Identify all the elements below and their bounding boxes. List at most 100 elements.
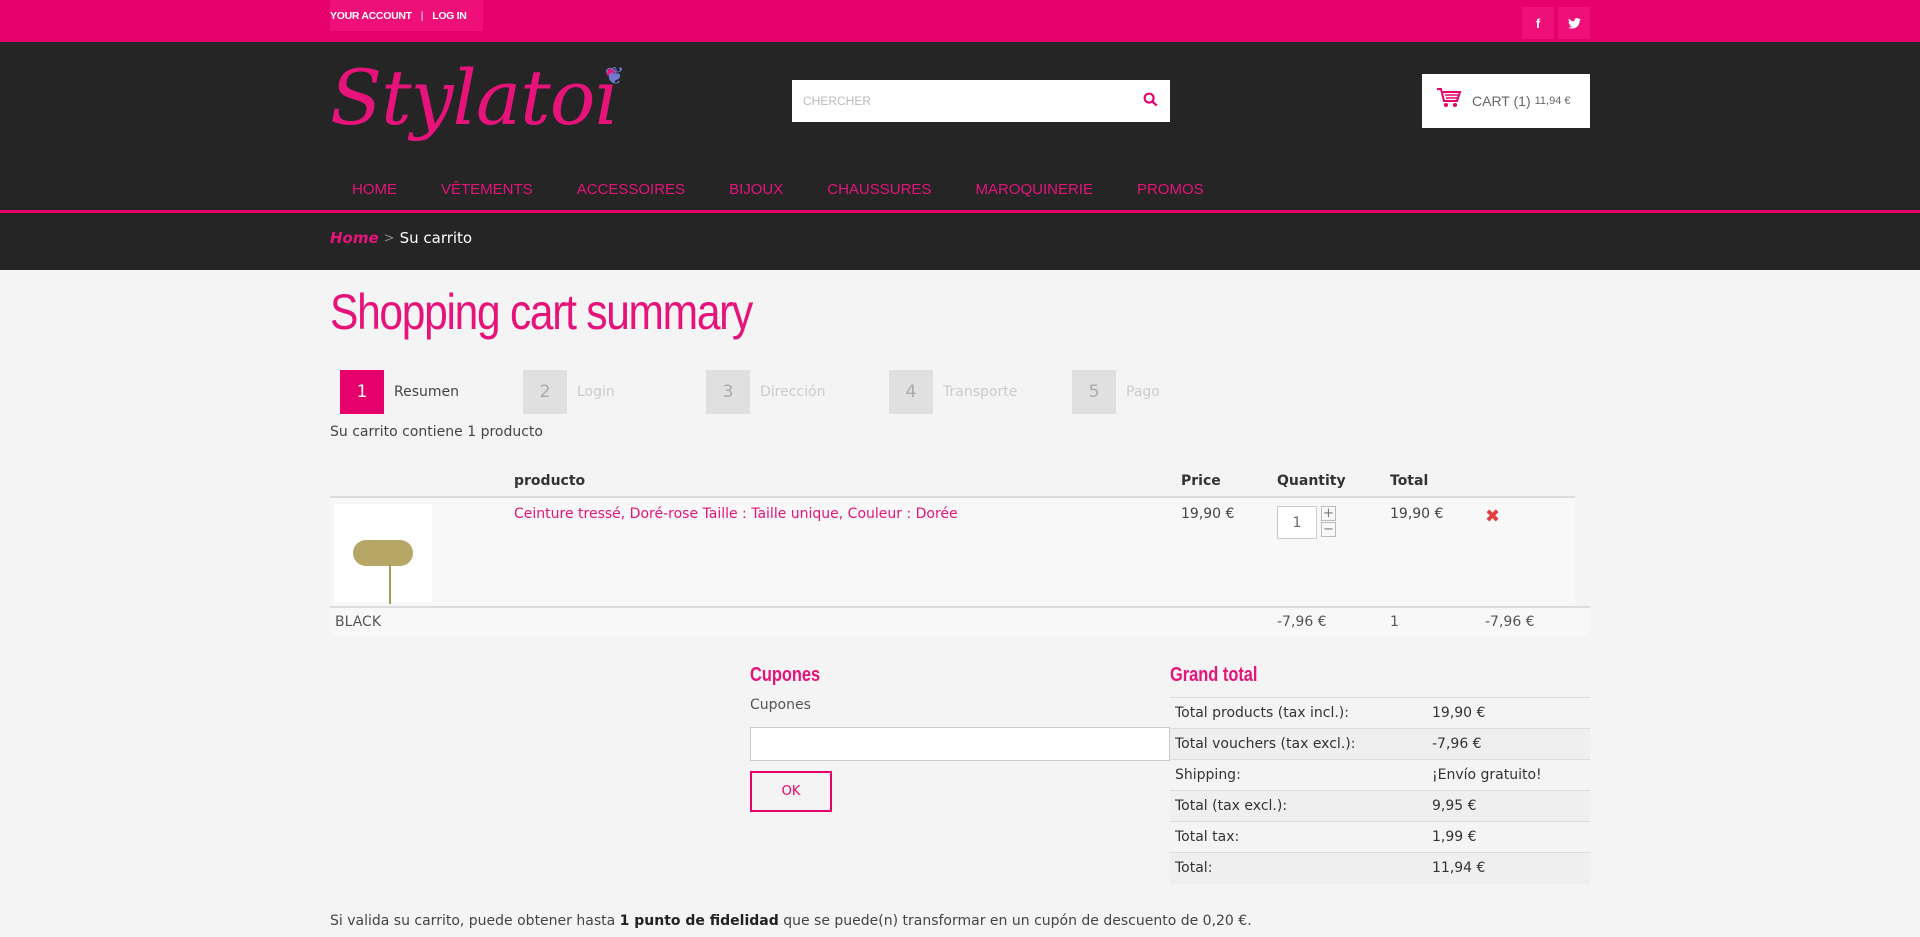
- voucher-total: -7,96 €: [1485, 614, 1535, 630]
- header-total: Total: [1386, 466, 1481, 498]
- coupon-label: Cupones: [750, 697, 811, 713]
- step-number: 2: [523, 370, 567, 414]
- total-label: Total vouchers (tax excl.):: [1170, 728, 1432, 760]
- site-logo[interactable]: Stylatoi ❦: [330, 60, 625, 136]
- total-row: Total tax: 1,99 €: [1170, 821, 1590, 853]
- step-login: 2 Login: [523, 370, 706, 414]
- product-total: 19,90 €: [1390, 506, 1444, 522]
- nav-chaussures[interactable]: CHAUSSURES: [827, 181, 931, 198]
- step-shipping: 4 Transporte: [889, 370, 1072, 414]
- loyalty-suffix: que se puede(n) transformar en un cupón …: [778, 913, 1252, 929]
- butterfly-icon: ❦: [604, 62, 625, 90]
- product-name-link[interactable]: Ceinture tressé, Doré-rose Taille : Tail…: [514, 506, 958, 522]
- your-account-link[interactable]: YOUR ACCOUNT: [330, 10, 412, 22]
- top-bar: YOUR ACCOUNT | LOG IN f: [0, 0, 1920, 42]
- delete-icon[interactable]: ✖: [1485, 506, 1500, 527]
- voucher-row: BLACK -7,96 € 1 -7,96 €: [330, 606, 1590, 636]
- header-image: [330, 466, 510, 498]
- loyalty-message: Si valida su carrito, puede obtener hast…: [330, 913, 1252, 929]
- total-value: -7,96 €: [1432, 728, 1590, 760]
- cart-amount: 11,94 €: [1534, 95, 1571, 107]
- totals-table: Total products (tax incl.): 19,90 € Total…: [1170, 697, 1590, 884]
- chevron-right-icon: >: [383, 230, 395, 246]
- step-number: 1: [340, 370, 384, 414]
- step-number: 3: [706, 370, 750, 414]
- breadcrumb-current: Su carrito: [399, 229, 473, 247]
- belt-thumbnail: [353, 540, 413, 604]
- twitter-icon[interactable]: [1558, 7, 1590, 39]
- product-price: 19,90 €: [1181, 506, 1235, 522]
- nav-accessoires[interactable]: ACCESSOIRES: [577, 181, 685, 198]
- checkout-steps: 1 Resumen 2 Login 3 Dirección 4 Transpor…: [340, 370, 1590, 414]
- breadcrumb: Home > Su carrito: [330, 229, 472, 247]
- grand-total-title: Grand total: [1170, 664, 1258, 686]
- total-row: Total: 11,94 €: [1170, 852, 1590, 884]
- nav-vetements[interactable]: VÊTEMENTS: [441, 181, 533, 198]
- minus-icon[interactable]: −: [1321, 522, 1336, 537]
- loyalty-prefix: Si valida su carrito, puede obtener hast…: [330, 913, 620, 929]
- total-value: ¡Envío gratuito!: [1432, 759, 1590, 791]
- step-summary[interactable]: 1 Resumen: [340, 370, 523, 414]
- cart-icon: [1436, 87, 1462, 115]
- plus-icon[interactable]: +: [1321, 506, 1336, 521]
- step-payment: 5 Pago: [1072, 370, 1255, 414]
- total-value: 9,95 €: [1432, 790, 1590, 822]
- total-label: Total:: [1170, 852, 1432, 884]
- search-bar: [792, 80, 1170, 122]
- total-row: Shipping: ¡Envío gratuito!: [1170, 759, 1590, 791]
- main-nav: HOME VÊTEMENTS ACCESSOIRES BIJOUX CHAUSS…: [330, 181, 1226, 198]
- total-label: Shipping:: [1170, 759, 1432, 791]
- cart-count: Su carrito contiene 1 producto: [330, 424, 543, 440]
- coupon-title: Cupones: [750, 664, 821, 686]
- separator: |: [420, 9, 424, 22]
- header-delete: [1481, 466, 1575, 498]
- nav-promos[interactable]: PROMOS: [1137, 181, 1204, 198]
- total-row: Total products (tax incl.): 19,90 €: [1170, 697, 1590, 729]
- voucher-quantity: 1: [1390, 614, 1399, 630]
- step-label: Resumen: [394, 384, 460, 400]
- total-label: Total tax:: [1170, 821, 1432, 853]
- search-input[interactable]: [792, 80, 1130, 122]
- account-links: YOUR ACCOUNT | LOG IN: [330, 0, 483, 31]
- step-number: 5: [1072, 370, 1116, 414]
- quantity-stepper: + −: [1277, 506, 1386, 539]
- page-title: Shopping cart summary: [330, 284, 753, 340]
- nav-maroquinerie[interactable]: MAROQUINERIE: [975, 181, 1093, 198]
- site-header: Stylatoi ❦ CART (1) 11,94 € HOME VÊTEMEN…: [0, 42, 1920, 270]
- total-value: 11,94 €: [1432, 852, 1590, 884]
- social-links: f: [1522, 7, 1590, 39]
- total-row: Total (tax excl.): 9,95 €: [1170, 790, 1590, 822]
- search-icon[interactable]: [1130, 92, 1170, 111]
- step-label: Login: [577, 384, 615, 400]
- total-label: Total products (tax incl.):: [1170, 697, 1432, 729]
- quantity-input[interactable]: [1277, 506, 1317, 539]
- product-image[interactable]: [334, 504, 432, 604]
- grand-total-box: Grand total Total products (tax incl.): 1…: [1170, 664, 1590, 884]
- header-price: Price: [1177, 466, 1273, 498]
- facebook-icon[interactable]: f: [1522, 7, 1554, 39]
- cart-button[interactable]: CART (1) 11,94 €: [1422, 74, 1590, 128]
- step-label: Dirección: [760, 384, 826, 400]
- header-product: producto: [510, 466, 1177, 498]
- total-row: Total vouchers (tax excl.): -7,96 €: [1170, 728, 1590, 760]
- nav-bijoux[interactable]: BIJOUX: [729, 181, 783, 198]
- login-link[interactable]: LOG IN: [432, 10, 467, 22]
- nav-divider: [0, 210, 1920, 213]
- voucher-name: BLACK: [335, 614, 382, 630]
- summary-section: Cupones Cupones OK Grand total Total pro…: [330, 664, 1590, 934]
- step-label: Transporte: [943, 384, 1018, 400]
- coupon-box: Cupones Cupones OK: [750, 664, 1170, 812]
- total-value: 19,90 €: [1432, 697, 1590, 729]
- loyalty-points: 1 punto de fidelidad: [619, 913, 779, 929]
- cart-label: CART (1): [1472, 93, 1531, 109]
- table-row: Ceinture tressé, Doré-rose Taille : Tail…: [330, 497, 1575, 606]
- voucher-value: -7,96 €: [1277, 614, 1327, 630]
- total-label: Total (tax excl.):: [1170, 790, 1432, 822]
- header-quantity: Quantity: [1273, 466, 1386, 498]
- cart-table: producto Price Quantity Total Ceinture t…: [330, 466, 1575, 606]
- coupon-input[interactable]: [750, 727, 1170, 761]
- nav-home[interactable]: HOME: [352, 181, 397, 198]
- coupon-ok-button[interactable]: OK: [750, 771, 832, 812]
- breadcrumb-home[interactable]: Home: [330, 229, 379, 247]
- total-value: 1,99 €: [1432, 821, 1590, 853]
